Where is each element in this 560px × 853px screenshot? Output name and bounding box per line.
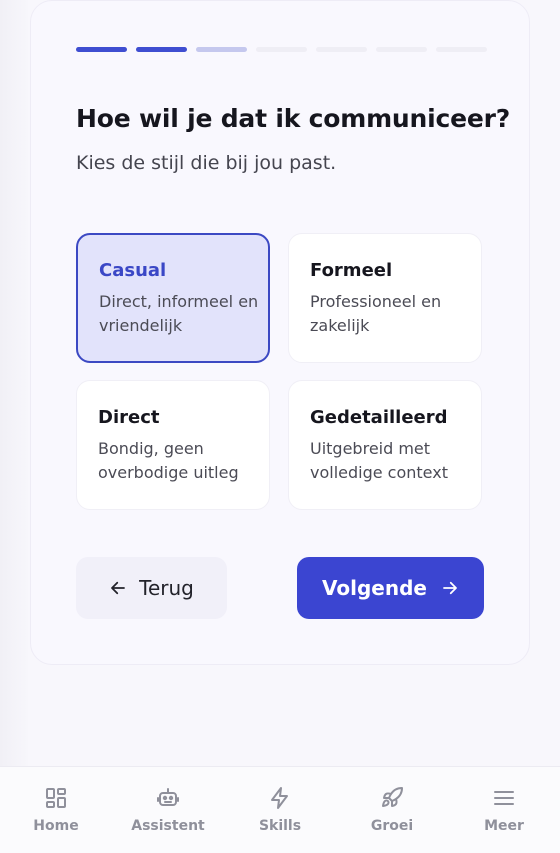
back-button-label: Terug xyxy=(139,576,194,600)
menu-icon xyxy=(494,791,514,805)
progress-segment-5 xyxy=(316,47,367,52)
option-description: Direct, informeel en vriendelijk xyxy=(99,292,259,335)
option-title: Gedetailleerd xyxy=(310,407,448,428)
arrow-left-icon xyxy=(111,581,126,595)
option-title: Casual xyxy=(99,260,167,281)
arrow-right-icon xyxy=(443,581,457,595)
tab-home[interactable]: Home xyxy=(0,767,112,853)
page-title: Hoe wil je dat ik communiceer? xyxy=(76,104,511,133)
option-description: Bondig, geen overbodige uitleg xyxy=(98,439,239,482)
progress-segment-1 xyxy=(76,47,127,52)
background-shade xyxy=(0,0,28,770)
progress-bar xyxy=(76,47,487,52)
tab-groei[interactable]: Groei xyxy=(336,767,448,853)
robot-icon xyxy=(157,788,179,806)
tab-label: Meer xyxy=(484,818,524,834)
back-button[interactable]: Terug xyxy=(76,557,227,619)
option-title: Direct xyxy=(98,407,160,428)
tab-label: Assistent xyxy=(131,818,205,834)
next-button[interactable]: Volgende xyxy=(297,557,484,619)
progress-segment-4 xyxy=(256,47,307,52)
tab-label: Groei xyxy=(370,818,414,834)
rocket-icon xyxy=(382,786,403,807)
tab-label: Home xyxy=(33,818,79,834)
option-gedetailleerd[interactable]: Gedetailleerd Uitgebreid met volledige c… xyxy=(288,380,482,510)
progress-segment-3 xyxy=(196,47,247,52)
tab-meer[interactable]: Meer xyxy=(448,767,560,853)
lightning-icon xyxy=(271,787,288,809)
page-subtitle: Kies de stijl die bij jou past. xyxy=(76,152,337,174)
next-button-label: Volgende xyxy=(322,576,427,600)
option-casual[interactable]: Casual Direct, informeel en vriendelijk xyxy=(76,233,270,363)
option-formeel[interactable]: Formeel Professioneel en zakelijk xyxy=(288,233,482,363)
progress-segment-6 xyxy=(376,47,427,52)
bottom-tab-bar: Home Assistent Skills Groei Meer xyxy=(0,766,560,853)
option-description: Uitgebreid met volledige context xyxy=(310,439,448,482)
progress-segment-7 xyxy=(436,47,487,52)
option-direct[interactable]: Direct Bondig, geen overbodige uitleg xyxy=(76,380,270,510)
option-description: Professioneel en zakelijk xyxy=(310,292,442,335)
tab-label: Skills xyxy=(258,818,302,834)
dashboard-icon xyxy=(46,788,66,808)
progress-segment-2 xyxy=(136,47,187,52)
tab-skills[interactable]: Skills xyxy=(224,767,336,853)
option-title: Formeel xyxy=(310,260,393,281)
tab-assistent[interactable]: Assistent xyxy=(112,767,224,853)
